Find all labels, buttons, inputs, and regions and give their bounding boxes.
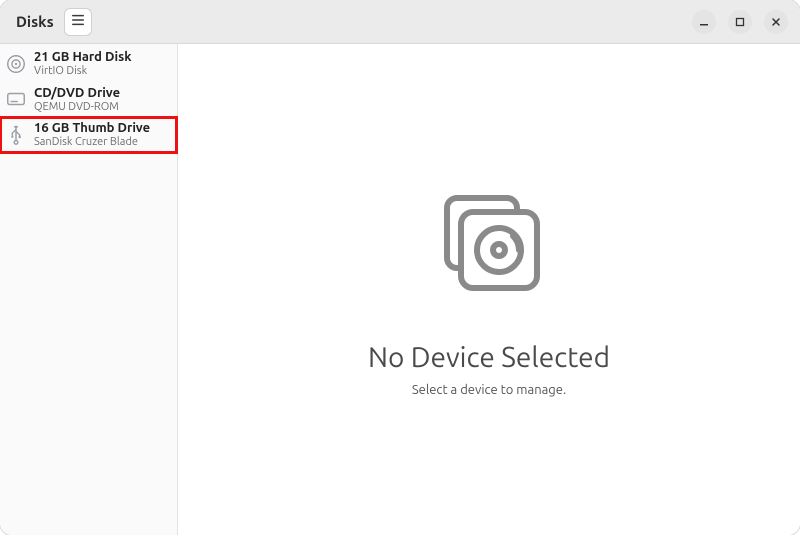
device-text: CD/DVD Drive QEMU DVD-ROM [34,86,120,114]
device-item-optical[interactable]: CD/DVD Drive QEMU DVD-ROM [0,82,177,118]
device-name: 16 GB Thumb Drive [34,121,150,136]
close-icon [771,13,781,31]
device-subtitle: VirtIO Disk [34,65,132,78]
header-left-group: Disks [0,8,92,36]
empty-state-disk-icon [425,182,553,314]
device-name: 21 GB Hard Disk [34,50,132,65]
device-text: 16 GB Thumb Drive SanDisk Cruzer Blade [34,121,150,149]
usb-icon [4,123,28,147]
maximize-button[interactable] [728,10,752,34]
optical-drive-icon [4,87,28,111]
device-item-thumb-drive[interactable]: 16 GB Thumb Drive SanDisk Cruzer Blade [0,117,177,153]
app-window: Disks [0,0,800,535]
window-body: 21 GB Hard Disk VirtIO Disk CD/DVD Drive… [0,44,800,535]
hamburger-icon [71,13,85,31]
empty-state-title: No Device Selected [368,342,610,373]
app-title: Disks [16,13,54,30]
hdd-icon [4,52,28,76]
close-button[interactable] [764,10,788,34]
device-item-hard-disk[interactable]: 21 GB Hard Disk VirtIO Disk [0,46,177,82]
window-controls [692,10,788,34]
device-subtitle: QEMU DVD-ROM [34,101,120,114]
device-name: CD/DVD Drive [34,86,120,101]
hamburger-menu-button[interactable] [64,8,92,36]
minimize-button[interactable] [692,10,716,34]
device-text: 21 GB Hard Disk VirtIO Disk [34,50,132,78]
maximize-icon [735,13,745,31]
minimize-icon [699,13,709,31]
device-subtitle: SanDisk Cruzer Blade [34,136,150,149]
header-bar: Disks [0,0,800,44]
empty-state-subtitle: Select a device to manage. [412,383,566,397]
device-sidebar: 21 GB Hard Disk VirtIO Disk CD/DVD Drive… [0,44,178,535]
main-content: No Device Selected Select a device to ma… [178,44,800,535]
